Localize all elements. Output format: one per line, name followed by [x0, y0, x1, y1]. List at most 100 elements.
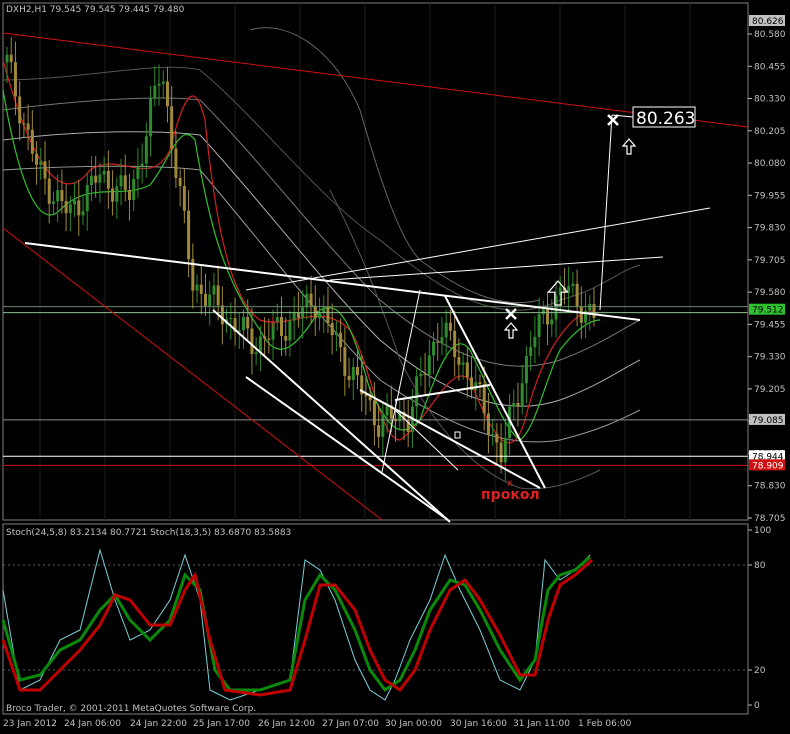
time-tick-label: 31 Jan 11:00 — [513, 719, 570, 729]
price-tick-label: 80.080 — [754, 159, 786, 169]
candle-body — [309, 293, 313, 306]
candle-body — [165, 81, 169, 107]
candle-body — [326, 306, 330, 324]
candle-body — [461, 362, 465, 365]
candle-body — [102, 170, 106, 175]
candle-body — [199, 284, 203, 294]
candle-body — [212, 285, 216, 295]
candle-body — [284, 335, 288, 341]
candle-body — [356, 366, 360, 376]
candle-body — [339, 332, 343, 348]
stoch-level-label: 0 — [754, 701, 760, 711]
candle-body — [533, 337, 537, 348]
candle-body — [432, 341, 436, 356]
current-price-label: 79.512 — [752, 306, 784, 316]
candle-body — [81, 211, 85, 216]
price-tick-label: 80.455 — [754, 62, 786, 72]
candle-body — [22, 123, 26, 125]
time-tick-label: 24 Jan 22:00 — [130, 719, 187, 729]
candle-body — [444, 322, 448, 338]
candle-body — [30, 129, 34, 154]
time-tick-label: 30 Jan 16:00 — [450, 719, 507, 729]
candle-body — [77, 200, 81, 216]
stoch-level-label: 20 — [754, 666, 766, 676]
candle-body — [68, 204, 72, 214]
candle-body — [140, 163, 144, 167]
candle-body — [56, 190, 60, 202]
candle-body — [381, 415, 385, 437]
candle-body — [254, 352, 258, 354]
candle-body — [174, 148, 178, 179]
candle-body — [440, 337, 444, 343]
target-price-label: 80.263 — [636, 109, 695, 129]
candle-body — [144, 136, 148, 164]
candle-body — [377, 425, 381, 437]
candle-body — [119, 175, 123, 187]
candle-body — [89, 175, 93, 185]
candle-body — [51, 201, 55, 204]
candle-body — [267, 338, 271, 340]
prokol-label: прокол — [481, 487, 540, 503]
candle-body — [98, 174, 102, 183]
candle-body — [537, 314, 541, 338]
candle-body — [195, 284, 199, 291]
candle-body — [73, 200, 77, 205]
candle-body — [85, 184, 89, 212]
candle-body — [220, 305, 224, 325]
price-tick-label: 79.580 — [754, 288, 786, 298]
price-tick-label: 79.455 — [754, 320, 786, 330]
candle-body — [482, 384, 486, 414]
candle-body — [111, 188, 115, 202]
time-tick-label: 30 Jan 00:00 — [385, 719, 442, 729]
candle-body — [571, 283, 575, 287]
candle-body — [550, 319, 554, 325]
top-price-label: 80.626 — [752, 17, 784, 27]
candle-body — [436, 341, 440, 343]
candle-body — [258, 336, 262, 353]
candle-body — [216, 285, 220, 306]
candle-body — [385, 405, 389, 416]
candle-body — [347, 375, 351, 380]
window-title: DXH2,H1 79.545 79.545 79.445 79.480 — [6, 5, 185, 15]
candle-body — [453, 330, 457, 358]
price-tick-label: 79.955 — [754, 191, 786, 201]
candle-body — [136, 166, 140, 179]
candle-body — [187, 210, 191, 260]
candle-body — [132, 178, 136, 200]
stoch-level-label: 80 — [754, 561, 766, 571]
candle-body — [13, 62, 17, 97]
candle-body — [94, 175, 98, 183]
candle-body — [503, 437, 507, 463]
candle-body — [491, 433, 495, 435]
trading-chart[interactable]: x DXH2,H1 79.545 79.545 79.445 79.480 80… — [0, 0, 790, 734]
level-78909-label: 78.909 — [752, 461, 784, 471]
candle-body — [296, 312, 300, 318]
candle-body — [292, 312, 296, 321]
price-tick-label: 79.205 — [754, 385, 786, 395]
candle-body — [203, 293, 207, 306]
price-tick-label: 80.330 — [754, 95, 786, 105]
candle-body — [478, 382, 482, 385]
candle-body — [546, 309, 550, 325]
price-tick-label: 80.580 — [754, 30, 786, 40]
candle-body — [18, 96, 22, 124]
candle-body — [115, 186, 119, 202]
candle-body — [512, 402, 516, 407]
candle-body — [567, 286, 571, 292]
candle-body — [415, 376, 419, 407]
candle-body — [588, 304, 592, 311]
candle-body — [64, 201, 68, 214]
time-tick-label: 23 Jan 2012 — [3, 719, 57, 729]
candle-body — [529, 347, 533, 356]
price-tick-label: 78.830 — [754, 482, 786, 492]
copyright-text: Broco Trader, © 2001-2011 MetaQuotes Sof… — [6, 704, 256, 714]
time-tick-label: 26 Jan 12:00 — [258, 719, 315, 729]
time-tick-label: 27 Jan 07:00 — [322, 719, 379, 729]
candle-body — [182, 185, 186, 211]
stochastic-header: Stoch(24,5,8) 83.2134 80.7721 Stoch(18,3… — [6, 528, 291, 538]
candle-body — [127, 190, 131, 200]
candle-body — [520, 383, 524, 407]
level-79085-label: 79.085 — [752, 416, 784, 426]
time-tick-label: 25 Jan 17:00 — [193, 719, 250, 729]
price-tick-label: 79.330 — [754, 353, 786, 363]
